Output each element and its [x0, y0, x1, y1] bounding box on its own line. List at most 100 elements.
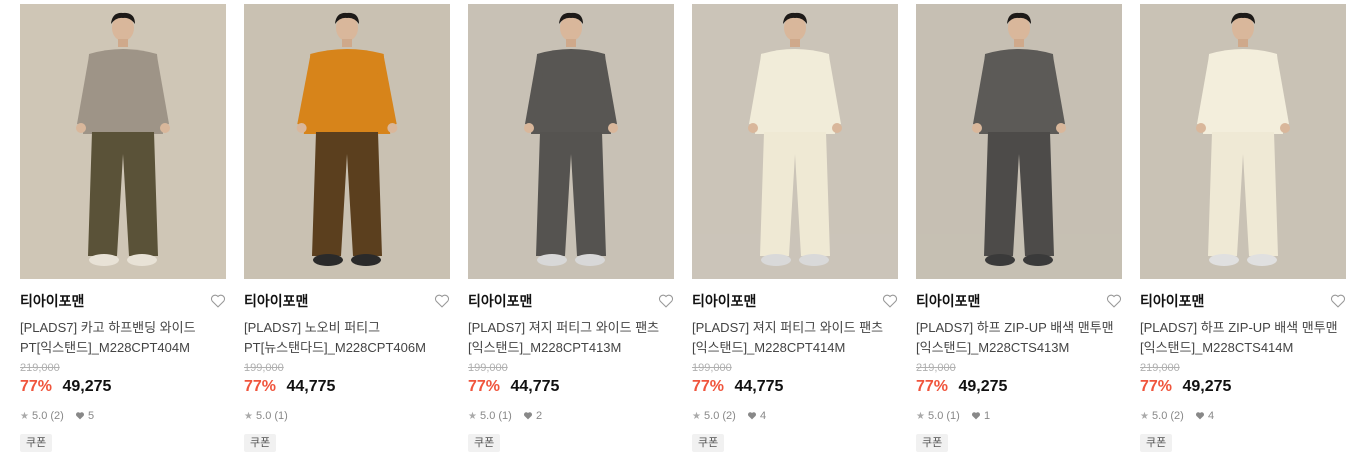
review-meta: ★ 5.0 (2) 4 [1140, 410, 1214, 424]
product-name-line1: [PLADS7] 져지 퍼티그 와이드 팬츠 [468, 320, 660, 335]
star-icon: ★ [244, 411, 253, 422]
review-meta: ★ 5.0 (1) 2 [468, 410, 542, 424]
rating-text: 5.0 (1) [928, 410, 960, 422]
brand-row: 티아이포맨 [244, 292, 456, 312]
model-photo [916, 4, 1122, 279]
sale-price: 44,775 [286, 378, 336, 395]
sale-price: 49,275 [958, 378, 1008, 395]
wishlist-heart-icon[interactable] [1106, 293, 1124, 309]
wishlist-heart-icon[interactable] [434, 293, 452, 309]
product-name[interactable]: [PLADS7] 져지 퍼티그 와이드 팬츠 [익스탠드]_M228CPT413… [468, 318, 672, 358]
like-heart-icon [971, 410, 981, 422]
rating-text: 5.0 (2) [32, 410, 64, 422]
product-grid: 티아이포맨 [PLADS7] 카고 하프밴딩 와이드 PT[익스탠드]_M228… [0, 0, 1351, 463]
wishlist-heart-icon[interactable] [882, 293, 900, 309]
brand-row: 티아이포맨 [20, 292, 232, 312]
original-price: 219,000 [1140, 362, 1180, 374]
original-price: 199,000 [244, 362, 284, 374]
brand-name[interactable]: 티아이포맨 [1140, 292, 1204, 310]
product-card[interactable]: 티아이포맨 [PLADS7] 카고 하프밴딩 와이드 PT[익스탠드]_M228… [20, 0, 232, 463]
discount-rate: 77% [1140, 378, 1173, 395]
rating-text: 5.0 (2) [1152, 410, 1184, 422]
likes-count: 1 [971, 410, 990, 422]
likes-count: 4 [747, 410, 766, 422]
review-meta: ★ 5.0 (1) [244, 410, 288, 424]
product-name-line1: [PLADS7] 하프 ZIP-UP 배색 맨투맨 [1140, 320, 1338, 335]
like-heart-icon [523, 410, 533, 422]
sale-price: 44,775 [510, 378, 560, 395]
discount-rate: 77% [244, 378, 277, 395]
star-icon: ★ [468, 411, 477, 422]
discount-rate: 77% [692, 378, 725, 395]
price-row: 77% 44,775 [244, 378, 335, 400]
coupon-badge: 쿠폰 [468, 434, 501, 452]
rating-text: 5.0 (1) [256, 410, 288, 422]
wishlist-heart-icon[interactable] [1330, 293, 1348, 309]
product-name[interactable]: [PLADS7] 노오비 퍼티그 PT[뉴스탠다드]_M228CPT406M [244, 318, 448, 358]
review-meta: ★ 5.0 (1) 1 [916, 410, 990, 424]
product-image[interactable] [916, 4, 1122, 279]
wishlist-heart-icon[interactable] [210, 293, 228, 309]
likes-value: 4 [759, 410, 767, 422]
product-card[interactable]: 티아이포맨 [PLADS7] 져지 퍼티그 와이드 팬츠 [익스탠드]_M228… [468, 0, 680, 463]
sale-price: 49,275 [1182, 378, 1232, 395]
original-price: 199,000 [468, 362, 508, 374]
product-card[interactable]: 티아이포맨 [PLADS7] 노오비 퍼티그 PT[뉴스탠다드]_M228CPT… [244, 0, 456, 463]
product-image[interactable] [244, 4, 450, 279]
like-heart-icon [747, 410, 757, 422]
price-row: 77% 49,275 [916, 378, 1007, 400]
likes-value: 2 [535, 410, 543, 422]
brand-name[interactable]: 티아이포맨 [468, 292, 532, 310]
sale-price: 49,275 [62, 378, 112, 395]
coupon-badge: 쿠폰 [692, 434, 725, 452]
wishlist-heart-icon[interactable] [658, 293, 676, 309]
star-icon: ★ [916, 411, 925, 422]
model-photo [1140, 4, 1346, 279]
product-name-line2: [익스탠드]_M228CPT414M [692, 340, 846, 355]
discount-rate: 77% [20, 378, 53, 395]
like-heart-icon [1195, 410, 1205, 422]
brand-name[interactable]: 티아이포맨 [20, 292, 84, 310]
product-name-line1: [PLADS7] 하프 ZIP-UP 배색 맨투맨 [916, 320, 1114, 335]
product-name[interactable]: [PLADS7] 카고 하프밴딩 와이드 PT[익스탠드]_M228CPT404… [20, 318, 224, 358]
model-photo [244, 4, 450, 279]
product-name[interactable]: [PLADS7] 하프 ZIP-UP 배색 맨투맨 [익스탠드]_M228CTS… [916, 318, 1120, 358]
price-row: 77% 44,775 [468, 378, 559, 400]
price-row: 77% 49,275 [20, 378, 111, 400]
model-photo [692, 4, 898, 279]
brand-row: 티아이포맨 [468, 292, 680, 312]
product-name-line1: [PLADS7] 노오비 퍼티그 [244, 320, 381, 335]
coupon-badge: 쿠폰 [916, 434, 949, 452]
product-image[interactable] [20, 4, 226, 279]
discount-rate: 77% [468, 378, 501, 395]
product-card[interactable]: 티아이포맨 [PLADS7] 져지 퍼티그 와이드 팬츠 [익스탠드]_M228… [692, 0, 904, 463]
original-price: 199,000 [692, 362, 732, 374]
brand-name[interactable]: 티아이포맨 [916, 292, 980, 310]
brand-name[interactable]: 티아이포맨 [244, 292, 308, 310]
sale-price: 44,775 [734, 378, 784, 395]
brand-name[interactable]: 티아이포맨 [692, 292, 756, 310]
likes-value: 4 [1207, 410, 1215, 422]
product-name[interactable]: [PLADS7] 하프 ZIP-UP 배색 맨투맨 [익스탠드]_M228CTS… [1140, 318, 1344, 358]
rating-text: 5.0 (2) [704, 410, 736, 422]
product-image[interactable] [468, 4, 674, 279]
product-name-line1: [PLADS7] 져지 퍼티그 와이드 팬츠 [692, 320, 884, 335]
star-icon: ★ [1140, 411, 1149, 422]
model-photo [468, 4, 674, 279]
likes-count: 2 [523, 410, 542, 422]
product-card[interactable]: 티아이포맨 [PLADS7] 하프 ZIP-UP 배색 맨투맨 [익스탠드]_M… [916, 0, 1128, 463]
product-name-line1: [PLADS7] 카고 하프밴딩 와이드 [20, 320, 196, 335]
product-card[interactable]: 티아이포맨 [PLADS7] 하프 ZIP-UP 배색 맨투맨 [익스탠드]_M… [1140, 0, 1351, 463]
product-name[interactable]: [PLADS7] 져지 퍼티그 와이드 팬츠 [익스탠드]_M228CPT414… [692, 318, 896, 358]
like-heart-icon [75, 410, 85, 422]
brand-row: 티아이포맨 [692, 292, 904, 312]
likes-count: 5 [75, 410, 94, 422]
likes-value: 5 [87, 410, 95, 422]
discount-rate: 77% [916, 378, 949, 395]
review-meta: ★ 5.0 (2) 4 [692, 410, 766, 424]
review-meta: ★ 5.0 (2) 5 [20, 410, 94, 424]
product-image[interactable] [1140, 4, 1346, 279]
coupon-badge: 쿠폰 [1140, 434, 1173, 452]
product-image[interactable] [692, 4, 898, 279]
original-price: 219,000 [20, 362, 60, 374]
